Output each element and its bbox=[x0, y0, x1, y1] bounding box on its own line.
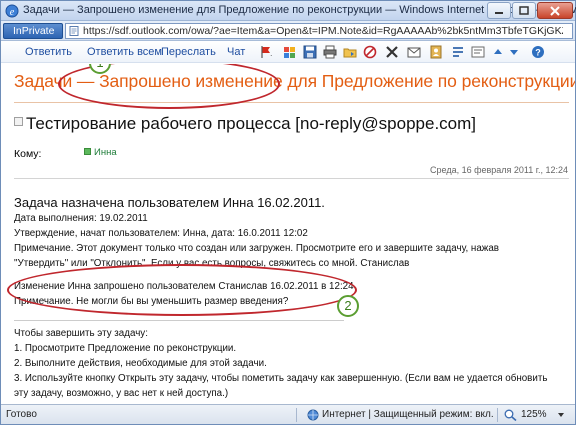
junk-icon[interactable] bbox=[363, 45, 377, 59]
chevron-down-icon[interactable] bbox=[557, 412, 565, 418]
message-icon bbox=[14, 117, 23, 126]
zoom-icon[interactable] bbox=[504, 409, 517, 421]
status-separator bbox=[296, 408, 297, 422]
url-text: https://sdf.outlook.com/owa/?ae=Item&a=O… bbox=[83, 25, 563, 37]
svg-text:e: e bbox=[10, 7, 15, 18]
recipient-name: Инна bbox=[94, 147, 117, 158]
instructions-divider bbox=[14, 320, 344, 321]
move-icon[interactable] bbox=[343, 45, 357, 59]
inprivate-badge: InPrivate bbox=[3, 23, 63, 39]
reply-all-button[interactable]: Ответить всем bbox=[87, 46, 162, 58]
categories-icon[interactable] bbox=[283, 45, 297, 59]
close-icon bbox=[550, 5, 560, 16]
page-icon bbox=[69, 26, 79, 36]
rules-icon[interactable] bbox=[451, 45, 465, 59]
instruction-step-2: 2. Выполните действия, необходимые для э… bbox=[14, 358, 267, 369]
due-date: Дата выполнения: 19.02.2011 bbox=[14, 213, 148, 224]
presence-icon bbox=[84, 148, 91, 155]
approval-line: Утверждение, начат пользователем: Инна, … bbox=[14, 228, 308, 239]
delete-icon[interactable] bbox=[385, 45, 399, 59]
minimize-button[interactable] bbox=[487, 2, 511, 19]
reply-button[interactable]: Ответить bbox=[25, 46, 72, 58]
recipient-link[interactable]: Инна bbox=[84, 147, 117, 158]
ie-icon: e bbox=[5, 4, 19, 18]
mail-toolbar: Ответить Ответить всем Переслать Чат ? bbox=[1, 41, 575, 63]
reading-pane: Задачи — Запрошено изменение для Предлож… bbox=[1, 64, 575, 404]
address-book-icon[interactable] bbox=[429, 45, 443, 59]
instruction-step-3-line-1: 3. Используйте кнопку Открыть эту задачу… bbox=[14, 373, 548, 384]
sent-date: Среда, 16 февраля 2011 г., 12:24 bbox=[430, 165, 568, 175]
chat-button[interactable]: Чат bbox=[227, 46, 245, 58]
url-field[interactable]: https://sdf.outlook.com/owa/?ae=Item&a=O… bbox=[65, 23, 573, 39]
instruction-step-3-line-2: эту задачу, возможно, у вас нет к ней до… bbox=[14, 388, 229, 399]
browser-window: e Задачи — Запрошено изменение для Предл… bbox=[0, 0, 576, 425]
message-subject: Тестирование рабочего процесса [no-reply… bbox=[26, 114, 477, 133]
status-separator bbox=[497, 408, 498, 422]
maximize-icon bbox=[519, 6, 529, 15]
instructions-intro: Чтобы завершить эту задачу: bbox=[14, 328, 148, 339]
status-bar: Готово Интернет | Защищенный режим: вкл.… bbox=[1, 404, 575, 424]
next-item-icon[interactable] bbox=[507, 45, 521, 59]
minimize-icon bbox=[495, 11, 503, 14]
maximize-button[interactable] bbox=[512, 2, 536, 19]
instruction-step-1: 1. Просмотрите Предложение по реконструк… bbox=[14, 343, 237, 354]
address-bar: InPrivate https://sdf.outlook.com/owa/?a… bbox=[1, 21, 575, 41]
annotation-callout-2: 2 bbox=[337, 295, 359, 317]
note-line-1: Примечание. Этот документ только что соз… bbox=[14, 243, 499, 254]
internet-zone-icon bbox=[307, 409, 319, 421]
to-label: Кому: bbox=[14, 148, 42, 160]
security-zone[interactable]: Интернет | Защищенный режим: вкл. bbox=[322, 409, 494, 420]
title-bar: e Задачи — Запрошено изменение для Предл… bbox=[1, 1, 576, 21]
annotation-oval-2 bbox=[7, 264, 357, 316]
close-button[interactable] bbox=[537, 2, 573, 19]
options-icon[interactable] bbox=[471, 45, 485, 59]
status-text: Готово bbox=[6, 409, 37, 420]
header-divider bbox=[14, 178, 569, 179]
subject-row: Тестирование рабочего процесса [no-reply… bbox=[14, 114, 476, 134]
flag-icon[interactable] bbox=[259, 45, 273, 59]
help-icon[interactable]: ? bbox=[531, 45, 545, 59]
forward-button[interactable]: Переслать bbox=[161, 46, 216, 58]
body-heading: Задача назначена пользователем Инна 16.0… bbox=[14, 195, 325, 210]
mark-unread-icon[interactable] bbox=[407, 45, 421, 59]
save-icon[interactable] bbox=[303, 45, 317, 59]
zoom-level[interactable]: 125% bbox=[521, 409, 547, 420]
previous-item-icon[interactable] bbox=[491, 45, 505, 59]
svg-text:?: ? bbox=[535, 48, 541, 58]
print-icon[interactable] bbox=[323, 45, 337, 59]
